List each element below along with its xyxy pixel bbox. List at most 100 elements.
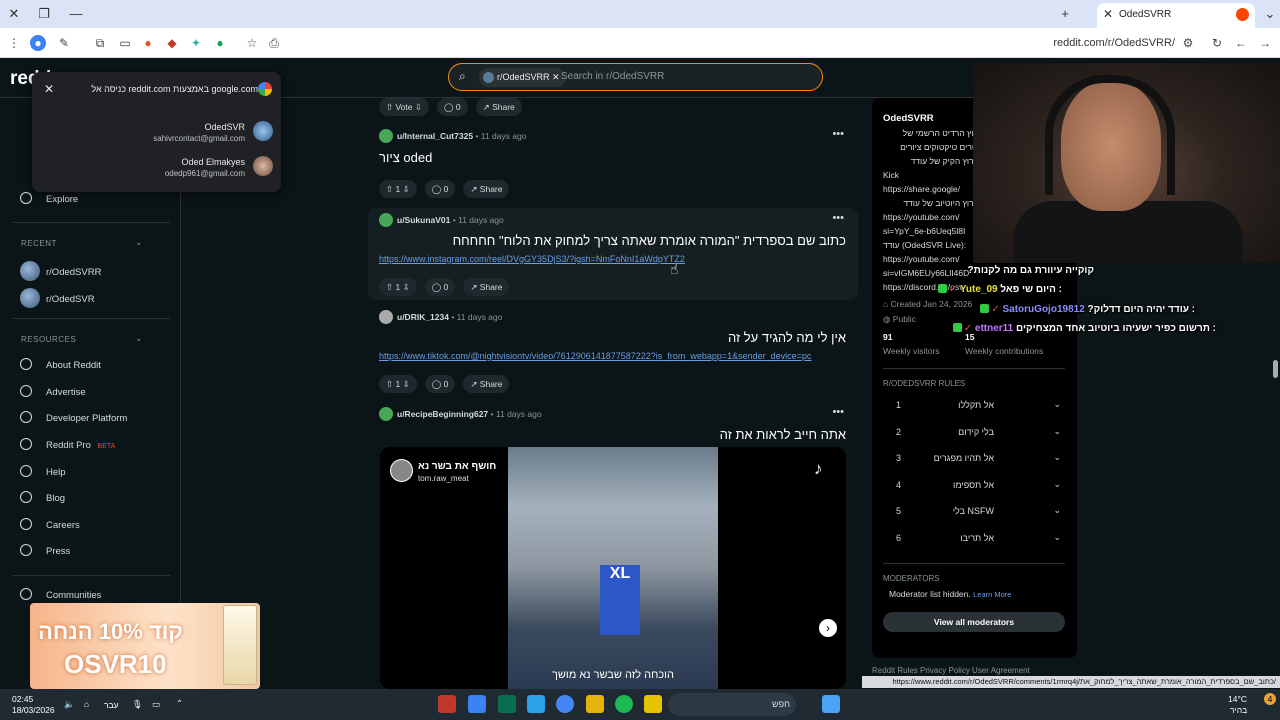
apps-icon[interactable] xyxy=(468,695,486,713)
post-author[interactable]: u/DRIK_1234 xyxy=(397,312,449,322)
extension-orange-icon[interactable]: ● xyxy=(140,35,156,51)
search-scope-chip[interactable]: r/OdedSVRR ✕ xyxy=(479,68,566,87)
extension-teal-icon[interactable]: ✦ xyxy=(188,35,204,51)
url-field[interactable]: reddit.com/r/OdedSVRR/ xyxy=(1020,37,1175,49)
sidebar-item-about-reddit[interactable]: About Reddit xyxy=(20,358,101,374)
share-button[interactable]: ↗ Share xyxy=(463,278,510,296)
share-button[interactable]: ↗ Share xyxy=(463,375,510,393)
menu-dots-icon[interactable]: ⋮ xyxy=(6,35,22,51)
post-title[interactable]: אין לי מה להגיד על זה xyxy=(728,330,846,345)
steam-icon[interactable] xyxy=(438,695,456,713)
post-title[interactable]: כתוב שם בספרדית "המורה אומרת שאתה צריך ל… xyxy=(453,233,846,248)
sidebar-item-recent-1[interactable]: r/OdedSVRR xyxy=(20,261,101,281)
video-account[interactable]: חושף את בשר נא tom.raw_meat xyxy=(390,459,520,489)
sidebar-item-developer-platform[interactable]: Developer Platform xyxy=(20,411,127,427)
extensions-puzzle-icon[interactable]: ⧉ xyxy=(92,35,108,51)
rule-item-5[interactable]: 5 בלי NSFW ⌄ xyxy=(884,500,1069,524)
new-tab-icon[interactable]: + xyxy=(1055,4,1075,24)
chevron-down-icon[interactable]: ⌄ xyxy=(135,333,143,344)
resources-header[interactable]: RESOURCES xyxy=(21,335,76,344)
tab-list-icon[interactable]: ⌄ xyxy=(1260,4,1280,24)
post-author[interactable]: u/RecipeBeginning627 xyxy=(397,409,488,419)
close-tab-icon[interactable]: ✕ xyxy=(1103,7,1113,21)
comments-button[interactable]: ◯ 0 xyxy=(424,375,456,393)
google-account-1[interactable]: OdedSVR sahivrcontact@gmail.com xyxy=(32,119,281,149)
video-frame[interactable]: XL xyxy=(508,447,718,689)
sidebar-item-press[interactable]: Press xyxy=(20,544,70,560)
page-scrollbar[interactable] xyxy=(1273,360,1278,378)
minimize-window-icon[interactable]: — xyxy=(66,4,86,24)
rule-item-2[interactable]: 2 בלי קידום ⌄ xyxy=(884,421,1069,445)
app-icon[interactable] xyxy=(498,695,516,713)
post-link[interactable]: https://www.instagram.com/reel/DVgGY35Dj… xyxy=(379,254,685,264)
rule-item-3[interactable]: 3 אל תהיו מפגרים ⌄ xyxy=(884,447,1069,471)
telegram-icon[interactable] xyxy=(527,695,545,713)
clock-date[interactable]: 18/03/2026 xyxy=(12,705,55,715)
extension-green-icon[interactable]: ● xyxy=(212,35,228,51)
chevron-down-icon[interactable]: ⌄ xyxy=(135,237,143,248)
comments-button[interactable]: ◯ 0 xyxy=(424,278,456,296)
tray-chevron-icon[interactable]: ⌃ xyxy=(176,698,183,709)
sidebar-item-reddit-pro[interactable]: Reddit Pro BETA xyxy=(20,438,115,454)
back-icon[interactable]: ← xyxy=(1233,35,1249,51)
volume-icon[interactable]: 🔈 xyxy=(64,699,75,710)
search-input[interactable]: ⌕ r/OdedSVRR ✕ Search in r/OdedSVRR xyxy=(448,63,823,91)
post-author[interactable]: u/SukunaV01 xyxy=(397,215,450,225)
post[interactable]: u/RecipeBeginning627 • 11 days ago ••• א… xyxy=(368,402,858,447)
weather-temp[interactable]: 14°C xyxy=(1228,694,1247,704)
notification-badge[interactable]: 4 xyxy=(1264,693,1276,705)
view-all-moderators-button[interactable]: View all moderators xyxy=(883,612,1065,632)
extension-icon[interactable]: ✎ xyxy=(56,35,72,51)
more-options-icon[interactable]: ••• xyxy=(832,406,844,418)
weather-desc[interactable]: בהיר xyxy=(1230,705,1247,715)
post-link[interactable]: https://www.tiktok.com/@nightvisiontv/vi… xyxy=(379,351,811,361)
post-author[interactable]: u/Internal_Cut7325 xyxy=(397,131,473,141)
comments-button[interactable]: ◯ 0 xyxy=(424,180,456,198)
network-icon[interactable]: ⌂ xyxy=(84,699,89,709)
rule-item-4[interactable]: 4 אל תספימו ⌄ xyxy=(884,474,1069,498)
post-title[interactable]: ציור oded xyxy=(379,150,432,165)
embedded-video[interactable]: XL חושף את בשר נא tom.raw_meat ♪ הוכחה ל… xyxy=(380,447,846,689)
post-title[interactable]: אתה חייב לראות את זה xyxy=(720,427,846,442)
sidebar-item-advertise[interactable]: Advertise xyxy=(20,385,86,401)
sidebar-item-help[interactable]: Help xyxy=(20,465,66,481)
vote-button[interactable]: ⇧ Vote ⇩ xyxy=(379,98,429,116)
sidebar-item-recent-2[interactable]: r/OdedSVR xyxy=(20,288,95,308)
start-windows-icon[interactable] xyxy=(822,695,840,713)
language-indicator[interactable]: עבר xyxy=(104,700,119,710)
clock-time[interactable]: 02:45 xyxy=(12,694,33,704)
sidebar-item-communities[interactable]: Communities xyxy=(20,588,101,604)
post[interactable]: u/DRIK_1234 • 11 days ago אין לי מה להגי… xyxy=(368,305,858,395)
vote-button[interactable]: ⇧ 1 ⇩ xyxy=(379,180,417,198)
vote-button[interactable]: ⇧ 1 ⇩ xyxy=(379,375,417,393)
comments-button[interactable]: ◯ 0 xyxy=(437,98,468,116)
close-icon[interactable]: ✕ xyxy=(44,82,54,96)
file-explorer-icon[interactable] xyxy=(644,695,662,713)
app-icon[interactable] xyxy=(586,695,604,713)
bookmark-star-icon[interactable]: ☆ xyxy=(244,35,260,51)
post[interactable]: u/SukunaV01 • 11 days ago ••• כתוב שם בס… xyxy=(368,208,858,300)
next-arrow-icon[interactable]: › xyxy=(819,619,837,637)
profile-icon[interactable]: ● xyxy=(30,35,46,51)
sidebar-item-blog[interactable]: Blog xyxy=(20,491,65,507)
forward-icon[interactable]: → xyxy=(1257,35,1273,51)
google-account-2[interactable]: Oded Elmakyes odedp961@gmail.com xyxy=(32,154,281,184)
rule-item-1[interactable]: 1 אל תקללו ⌄ xyxy=(884,394,1069,418)
sidebar-item-careers[interactable]: Careers xyxy=(20,518,80,534)
tab-search-icon[interactable]: ▭ xyxy=(117,35,133,51)
share-button[interactable]: ↗ Share xyxy=(463,180,510,198)
vote-button[interactable]: ⇧ 1 ⇩ xyxy=(379,278,417,296)
more-options-icon[interactable]: ••• xyxy=(832,128,844,140)
microphone-icon[interactable]: 🎙 xyxy=(132,699,143,710)
learn-more-link[interactable]: Learn More xyxy=(973,590,1011,599)
install-app-icon[interactable]: ⎙ xyxy=(266,35,282,51)
sidebar-item-explore[interactable]: Explore xyxy=(20,192,78,208)
browser-tab[interactable]: ✕ OdedSVRR xyxy=(1097,3,1255,28)
site-settings-icon[interactable]: ⚙ xyxy=(1180,35,1196,51)
recent-header[interactable]: RECENT xyxy=(21,239,57,248)
extension-red-icon[interactable]: ◆ xyxy=(164,35,180,51)
more-options-icon[interactable]: ••• xyxy=(832,212,844,224)
close-window-icon[interactable]: ✕ xyxy=(4,4,24,24)
restore-window-icon[interactable]: ❐ xyxy=(34,4,54,24)
rule-item-6[interactable]: 6 אל תריבו ⌄ xyxy=(884,527,1069,551)
